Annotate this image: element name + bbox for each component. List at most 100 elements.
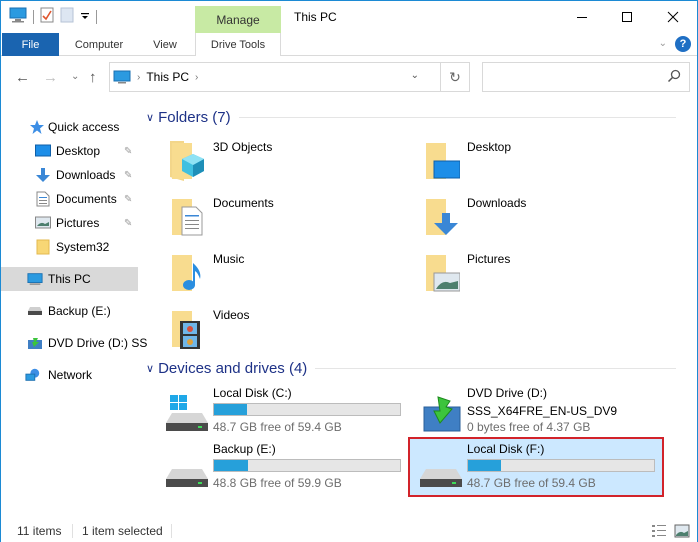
pin-icon[interactable]: ✎: [124, 194, 132, 205]
pin-icon[interactable]: ✎: [124, 170, 132, 181]
tab-computer[interactable]: Computer: [63, 33, 135, 56]
item-count: 11 items: [17, 524, 62, 538]
folder-pictures[interactable]: Pictures: [400, 247, 640, 301]
status-divider: [171, 524, 172, 538]
sidebar-item-dvd-drive[interactable]: DVD Drive (D:) SS: [1, 331, 147, 355]
desktop-folder-icon: [426, 143, 460, 179]
devices-group-header[interactable]: ∨ Devices and drives (4): [146, 360, 676, 377]
search-input[interactable]: [482, 62, 690, 92]
sidebar-item-system32[interactable]: System32: [1, 235, 138, 259]
refresh-button[interactable]: ↻: [440, 62, 470, 92]
maximize-button[interactable]: [604, 1, 650, 33]
star-icon: [29, 119, 45, 135]
drive-dvd-d[interactable]: DVD Drive (D:) SSS_X64FRE_EN-US_DV9 0 by…: [410, 383, 662, 439]
selection-count: 1 item selected: [82, 524, 163, 538]
folder-desktop[interactable]: Desktop: [400, 135, 640, 189]
drive-backup-e[interactable]: Backup (E:) 48.8 GB free of 59.9 GB: [156, 439, 408, 495]
computer-icon[interactable]: [9, 7, 27, 26]
folder-downloads[interactable]: Downloads: [400, 191, 640, 245]
folder-3d-objects[interactable]: 3D Objects: [146, 135, 386, 189]
sidebar-item-network[interactable]: Network: [1, 363, 138, 387]
sidebar-item-downloads[interactable]: Downloads ✎: [1, 163, 138, 187]
pin-icon[interactable]: ✎: [124, 218, 132, 229]
customize-toolbar-icon[interactable]: [80, 10, 90, 24]
up-button[interactable]: ↑: [89, 69, 97, 86]
tab-file[interactable]: File: [2, 33, 59, 56]
large-icons-view-button[interactable]: [674, 523, 690, 539]
help-button[interactable]: ?: [675, 36, 691, 52]
drive-volume-label: SSS_X64FRE_EN-US_DV9: [467, 404, 618, 418]
details-view-button[interactable]: [651, 523, 667, 539]
breadcrumb-this-pc[interactable]: This PC: [146, 70, 189, 84]
sidebar-item-label: Network: [48, 368, 93, 382]
address-bar[interactable]: › This PC › ⌄: [109, 62, 470, 92]
document-icon: [35, 191, 51, 207]
quick-access-toolbar: [9, 7, 97, 26]
drive-local-disk-f[interactable]: Local Disk (F:) 48.7 GB free of 59.4 GB: [408, 437, 664, 497]
drive-usage-fill: [214, 404, 248, 415]
breadcrumb-arrow-icon[interactable]: ›: [195, 72, 198, 83]
breadcrumb-arrow-icon[interactable]: ›: [137, 72, 140, 83]
drive-icon: [166, 469, 208, 487]
drive-usage-bar: [213, 459, 401, 472]
downloads-folder-icon: [426, 199, 458, 235]
drive-name: Local Disk (F:): [467, 442, 545, 456]
navigation-pane: Quick access Desktop ✎ Downloads ✎ Docum…: [1, 105, 147, 515]
drive-free-space: 48.8 GB free of 59.9 GB: [213, 476, 342, 490]
new-folder-icon[interactable]: [60, 7, 74, 26]
forward-button[interactable]: →: [43, 69, 58, 86]
videos-folder-icon: [172, 311, 200, 349]
sidebar-item-desktop[interactable]: Desktop ✎: [1, 139, 138, 163]
status-divider: [72, 524, 73, 538]
drive-icon: [420, 469, 462, 487]
sidebar-item-documents[interactable]: Documents ✎: [1, 187, 138, 211]
sidebar-item-label: Downloads: [56, 168, 116, 182]
windows-drive-icon: [166, 395, 208, 431]
folder-music[interactable]: Music: [146, 247, 386, 301]
folder-documents[interactable]: Documents: [146, 191, 386, 245]
drive-local-disk-c[interactable]: Local Disk (C:) 48.7 GB free of 59.4 GB: [156, 383, 408, 439]
pin-icon[interactable]: ✎: [124, 146, 132, 157]
download-icon: [35, 167, 51, 183]
close-button[interactable]: [650, 1, 696, 33]
tab-manage[interactable]: Manage: [195, 6, 281, 33]
status-bar: 11 items 1 item selected: [1, 519, 697, 542]
sidebar-item-label: Desktop: [56, 144, 101, 158]
window-title: This PC: [294, 10, 337, 24]
folder-videos[interactable]: Videos: [146, 303, 386, 357]
address-dropdown-icon[interactable]: ⌄: [411, 70, 419, 81]
toolbar-separator: [33, 9, 34, 24]
dvd-icon: [27, 335, 43, 351]
expand-ribbon-icon[interactable]: ⌄: [659, 38, 667, 49]
drive-usage-fill: [468, 460, 502, 471]
documents-folder-icon: [172, 199, 203, 236]
sidebar-item-backup-e[interactable]: Backup (E:): [1, 299, 138, 323]
properties-icon[interactable]: [40, 7, 54, 26]
tab-view[interactable]: View: [141, 33, 189, 56]
folders-group-header[interactable]: ∨ Folders (7): [146, 109, 676, 126]
folder-name: Documents: [213, 196, 274, 210]
pictures-folder-icon: [426, 255, 460, 292]
sidebar-item-pictures[interactable]: Pictures ✎: [1, 211, 138, 235]
dvd-drive-icon: [423, 396, 461, 432]
chevron-down-icon[interactable]: ∨: [146, 111, 154, 124]
sidebar-item-label: DVD Drive (D:) SS: [48, 336, 148, 350]
minimize-button[interactable]: [559, 1, 605, 33]
back-button[interactable]: ←: [15, 69, 30, 86]
chevron-down-icon[interactable]: ∨: [146, 362, 154, 375]
search-icon[interactable]: [667, 69, 681, 86]
folder-name: Videos: [213, 308, 250, 322]
folder-name: Desktop: [467, 140, 512, 154]
drive-usage-bar: [467, 459, 655, 472]
drive-usage-bar: [213, 403, 401, 416]
sidebar-item-this-pc[interactable]: This PC: [1, 267, 138, 291]
group-title: Devices and drives (4): [158, 360, 308, 377]
sidebar-item-quick-access[interactable]: Quick access: [1, 115, 138, 139]
folder-name: Music: [213, 252, 245, 266]
tab-drive-tools[interactable]: Drive Tools: [195, 33, 281, 56]
folder-name: Downloads: [467, 196, 527, 210]
recent-locations-button[interactable]: ⌄: [71, 71, 79, 82]
folder-name: 3D Objects: [213, 140, 273, 154]
network-icon: [25, 367, 41, 383]
drive-name: Backup (E:): [213, 442, 276, 456]
